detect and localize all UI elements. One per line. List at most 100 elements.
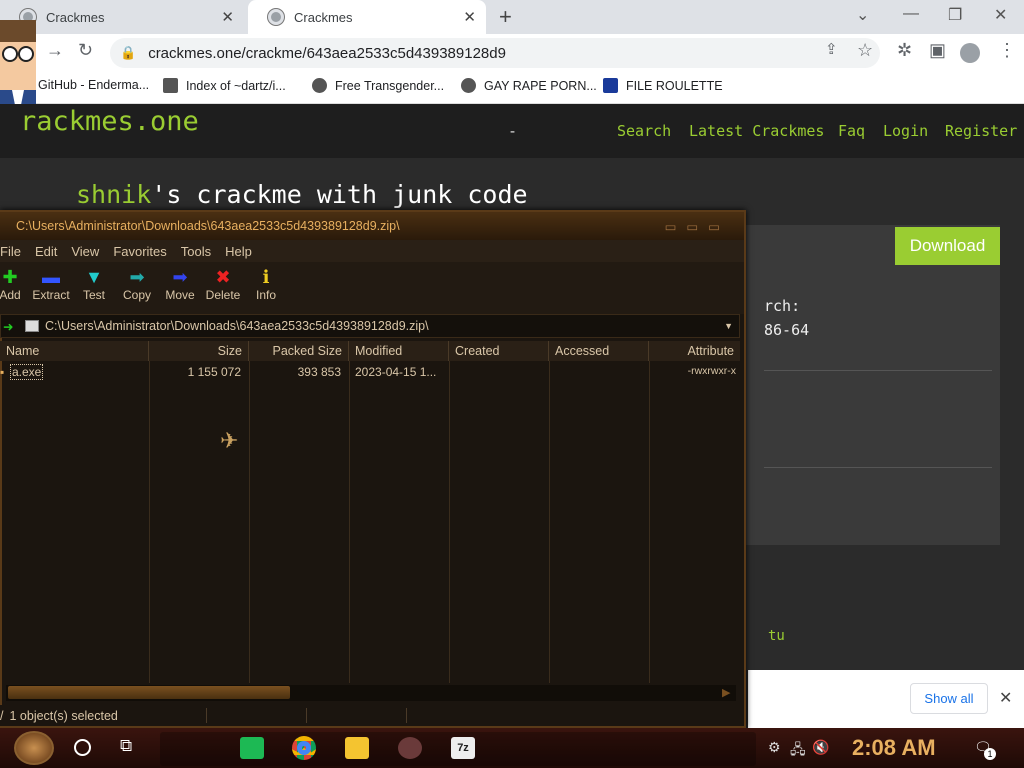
nav-search[interactable]: Search <box>617 122 671 140</box>
start-button-icon[interactable] <box>14 731 54 765</box>
title-text: 's crackme with junk code <box>151 180 528 209</box>
info-icon: ℹ <box>262 267 270 287</box>
col-accessed[interactable]: Accessed <box>549 341 649 361</box>
window-close-icon[interactable]: ✕ <box>994 5 1007 25</box>
7zip-address-bar[interactable]: ➜ C:\Users\Administrator\Downloads\643ae… <box>0 314 740 338</box>
steampunk-cursor-icon: ✈ <box>220 428 239 453</box>
qr-icon <box>163 78 178 93</box>
favicon-icon <box>268 9 284 25</box>
minimize-icon[interactable]: — <box>903 5 919 23</box>
tab-label: Crackmes <box>46 9 105 25</box>
nav-faq[interactable]: Faq <box>838 122 865 140</box>
divider <box>764 467 992 468</box>
lock-icon: 🔒 <box>120 45 137 60</box>
menu-file[interactable]: File <box>0 244 21 259</box>
network-icon[interactable]: 🖧 <box>790 739 806 763</box>
bookmark-file-roulette[interactable]: FILE ROULETTE <box>603 78 723 93</box>
file-list: ▪ a.exe 1 155 072 393 853 2023-04-15 1..… <box>0 361 740 683</box>
bookmark-free[interactable]: Free Transgender... <box>312 78 444 93</box>
col-name[interactable]: Name <box>0 341 149 361</box>
file-name: a.exe <box>10 364 44 380</box>
taskbar-clock[interactable]: 2:08 AM <box>852 735 936 761</box>
move-button[interactable]: ➡ Move <box>158 266 202 302</box>
notification-count: 1 <box>984 748 996 760</box>
copy-button[interactable]: ➡ Copy <box>115 266 159 302</box>
menu-icon[interactable]: ⋮ <box>998 40 1016 61</box>
page-title: shnik's crackme with junk code <box>10 180 528 209</box>
arrow-right-icon: ➡ <box>129 267 145 287</box>
menu-help[interactable]: Help <box>225 244 252 259</box>
volume-muted-icon[interactable]: 🔇 <box>812 739 829 756</box>
up-folder-icon[interactable]: ➜ <box>3 319 13 334</box>
tab-search-icon[interactable]: ⌄ <box>856 5 869 25</box>
forward-icon[interactable]: → <box>46 40 64 61</box>
file-modified: 2023-04-15 1... <box>355 365 437 379</box>
username-fragment[interactable]: tu <box>768 628 785 644</box>
menu-edit[interactable]: Edit <box>35 244 57 259</box>
downloads-bar-close-icon[interactable]: ✕ <box>999 688 1012 708</box>
mft-icon <box>603 78 618 93</box>
url-text: crackmes.one/crackme/643aea2533c5d439389… <box>148 44 506 62</box>
profile-avatar-icon[interactable] <box>960 43 980 63</box>
photo-app-icon[interactable] <box>398 737 422 759</box>
site-logo[interactable]: rackmes.one <box>20 106 199 137</box>
bookmark-github[interactable]: GitHub - Enderma... <box>38 78 149 92</box>
reload-icon[interactable]: ↻ <box>78 40 93 61</box>
col-attribute[interactable]: Attribute <box>649 341 740 361</box>
extensions-icon[interactable]: ✲ <box>897 40 912 61</box>
restore-icon[interactable]: ❐ <box>948 5 962 25</box>
notes-app-icon[interactable] <box>240 737 264 759</box>
col-created[interactable]: Created <box>449 341 549 361</box>
bookmark-star-icon[interactable]: ☆ <box>857 40 873 61</box>
delete-button[interactable]: ✖ Delete <box>201 266 245 302</box>
info-button[interactable]: ℹ Info <box>244 266 288 302</box>
bookmark-gay[interactable]: GAY RAPE PORN... <box>461 78 597 93</box>
address-bar[interactable]: 🔒 crackmes.one/crackme/643aea2533c5d4393… <box>110 38 880 68</box>
scroll-right-icon[interactable]: ▶ <box>722 686 730 699</box>
search-icon[interactable] <box>74 739 91 756</box>
chrome-icon[interactable] <box>292 736 316 760</box>
7zip-menu-bar: File Edit View Favorites Tools Help <box>0 240 744 262</box>
globe-icon <box>461 78 476 93</box>
menu-tools[interactable]: Tools <box>181 244 211 259</box>
file-packed-size: 393 853 <box>297 365 341 379</box>
window-controls-icon[interactable]: ▭▭▭ <box>665 219 730 234</box>
download-button[interactable]: Download <box>895 227 1000 265</box>
file-explorer-icon[interactable] <box>345 737 369 759</box>
dropdown-icon[interactable]: ▼ <box>724 321 733 331</box>
divider <box>764 370 992 371</box>
extract-button[interactable]: ▬ Extract <box>29 266 73 302</box>
7zip-icon[interactable]: 7z <box>451 737 475 759</box>
side-panel-icon[interactable]: ▣ <box>929 40 946 61</box>
scrollbar-thumb[interactable] <box>8 686 290 699</box>
nav-register[interactable]: Register <box>945 122 1017 140</box>
tab-crackmes-1[interactable]: Crackmes ✕ <box>0 0 244 34</box>
author-link[interactable]: shnik <box>76 180 151 209</box>
x-icon: ✖ <box>215 267 231 287</box>
plus-icon: ✚ <box>2 267 18 287</box>
check-icon: ▼ <box>85 267 103 287</box>
add-button[interactable]: ✚ Add <box>0 266 32 302</box>
table-row[interactable]: ▪ a.exe 1 155 072 393 853 2023-04-15 1..… <box>0 361 740 383</box>
tab-close-icon[interactable]: ✕ <box>221 8 234 26</box>
menu-favorites[interactable]: Favorites <box>113 244 166 259</box>
menu-view[interactable]: View <box>71 244 99 259</box>
task-view-icon[interactable]: ⧉ <box>120 736 132 756</box>
col-size[interactable]: Size <box>149 341 249 361</box>
7zip-title-bar[interactable]: C:\Users\Administrator\Downloads\643aea2… <box>0 212 744 240</box>
share-icon[interactable]: ⇪ <box>825 40 838 58</box>
test-button[interactable]: ▼ Test <box>72 266 116 302</box>
bookmark-index[interactable]: Index of ~dartz/i... <box>163 78 286 93</box>
file-list-header: Name Size Packed Size Modified Created A… <box>0 341 740 361</box>
new-tab-icon[interactable]: + <box>499 4 512 30</box>
tab-label: Crackmes <box>294 9 353 25</box>
nav-login[interactable]: Login <box>883 122 928 140</box>
tab-crackmes-2[interactable]: Crackmes ✕ <box>248 0 486 34</box>
nav-separator: - <box>508 122 518 140</box>
tray-overflow-icon[interactable]: ⚙ <box>768 739 781 756</box>
show-all-button[interactable]: Show all <box>910 683 988 714</box>
tab-close-icon[interactable]: ✕ <box>463 8 476 26</box>
col-modified[interactable]: Modified <box>349 341 449 361</box>
nav-latest-crackmes[interactable]: Latest Crackmes <box>689 122 824 140</box>
col-packed-size[interactable]: Packed Size <box>249 341 349 361</box>
